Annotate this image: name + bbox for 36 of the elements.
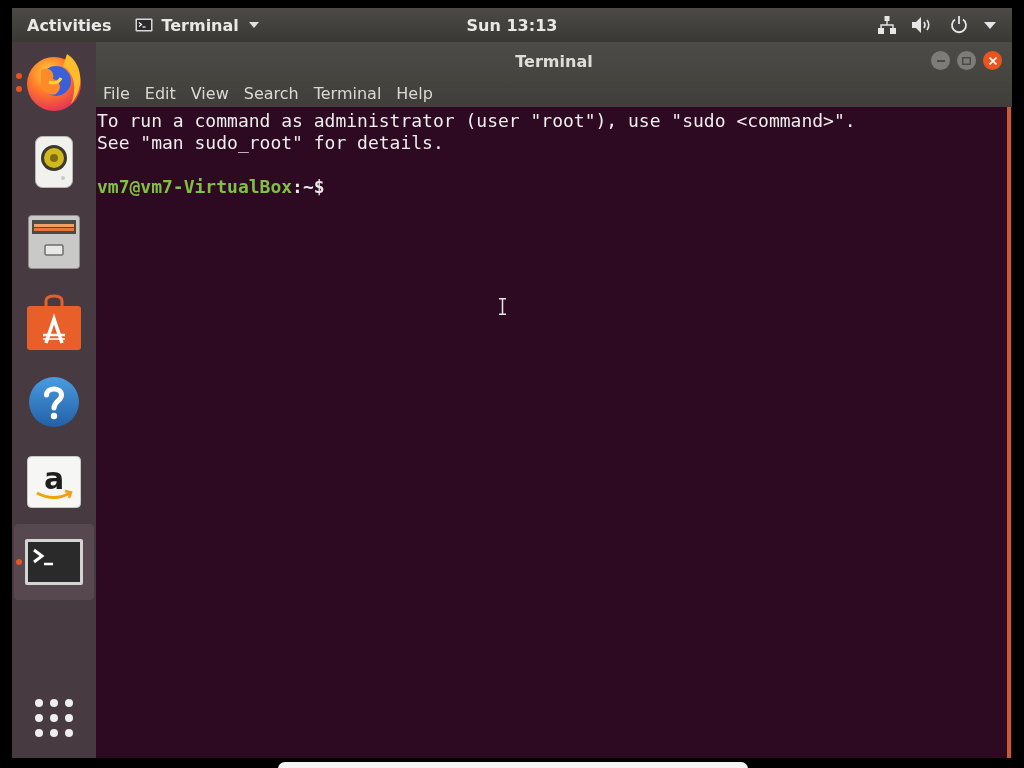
network-icon	[878, 16, 896, 34]
maximize-icon	[962, 56, 971, 65]
letter-a-icon: a	[27, 456, 81, 508]
dock-launcher[interactable]: a	[14, 444, 94, 520]
clock-button[interactable]: Sun 13:13	[464, 12, 560, 38]
speaker-icon	[35, 136, 73, 188]
text-cursor-icon	[499, 298, 506, 315]
app-grid-icon	[35, 699, 73, 737]
prompt-user-host: vm7@vm7-VirtualBox	[97, 176, 293, 198]
terminal-icon	[135, 18, 154, 32]
shopping-bag-icon	[27, 294, 81, 350]
power-icon	[950, 16, 968, 34]
menu-item[interactable]: Terminal	[306, 82, 390, 105]
system-menu-button[interactable]	[876, 13, 998, 37]
dock-launcher[interactable]	[14, 524, 94, 600]
file-cabinet-icon	[28, 215, 80, 269]
close-button[interactable]	[983, 51, 1002, 70]
terminal-icon	[25, 539, 83, 585]
fox-globe-icon	[25, 52, 83, 112]
volume-icon	[912, 17, 932, 33]
terminal-output-line: See "man sudo_root" for details.	[97, 132, 445, 154]
caret-icon	[984, 21, 996, 29]
caret-icon	[248, 22, 259, 28]
minimize-icon	[936, 59, 945, 62]
menu-item[interactable]: Edit	[137, 82, 184, 105]
menu-item[interactable]: View	[183, 82, 237, 105]
close-icon	[988, 56, 997, 65]
terminal-output-line: To run a command as administrator (user "root"), use "sudo <command>".	[97, 110, 857, 132]
menu-item[interactable]: Search	[236, 82, 307, 105]
activities-button[interactable]: Activities	[25, 12, 114, 38]
help-icon	[29, 377, 79, 427]
window-title: Terminal	[515, 51, 593, 71]
app-menu-button[interactable]: Terminal	[133, 12, 261, 38]
menu-item[interactable]: File	[96, 82, 138, 105]
menu-item[interactable]: Help	[389, 82, 441, 105]
prompt-path: :~$	[292, 176, 325, 198]
